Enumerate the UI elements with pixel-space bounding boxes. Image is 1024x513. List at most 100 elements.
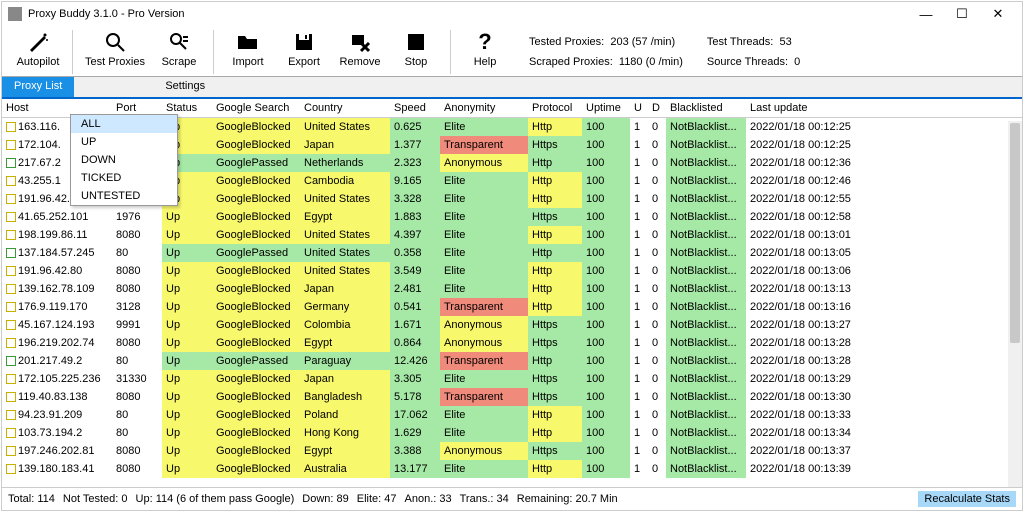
table-row[interactable]: 198.199.86.118080UpGoogleBlockedUnited S…: [2, 226, 1022, 244]
table-row[interactable]: 45.167.124.1939991UpGoogleBlockedColombi…: [2, 316, 1022, 334]
remove-button[interactable]: Remove: [332, 28, 388, 72]
row-checkbox[interactable]: [6, 266, 16, 276]
row-checkbox[interactable]: [6, 158, 16, 168]
table-row[interactable]: 94.23.91.20980UpGoogleBlockedPoland17.06…: [2, 406, 1022, 424]
cell-d: 0: [648, 334, 666, 352]
table-row[interactable]: 119.40.83.1388080UpGoogleBlockedBanglade…: [2, 388, 1022, 406]
row-checkbox[interactable]: [6, 464, 16, 474]
cell-protocol: Https: [528, 370, 582, 388]
filter-ticked[interactable]: TICKED: [71, 169, 177, 187]
filter-all[interactable]: ALL: [71, 115, 177, 133]
cell-u: 1: [630, 460, 648, 478]
scrape-button[interactable]: Scrape: [151, 28, 207, 72]
cell-protocol: Https: [528, 334, 582, 352]
row-checkbox[interactable]: [6, 320, 16, 330]
table-row[interactable]: 197.246.202.818080UpGoogleBlockedEgypt3.…: [2, 442, 1022, 460]
table-row[interactable]: 196.219.202.748080UpGoogleBlockedEgypt0.…: [2, 334, 1022, 352]
col-lastupdate[interactable]: Last update: [746, 99, 1022, 118]
col-country[interactable]: Country: [300, 99, 390, 118]
cell-speed: 5.178: [390, 388, 440, 406]
cell-lastupdate: 2022/01/18 00:13:27: [746, 316, 1022, 334]
help-button[interactable]: ? Help: [457, 28, 513, 72]
row-checkbox[interactable]: [6, 374, 16, 384]
col-u[interactable]: U: [630, 99, 648, 118]
col-protocol[interactable]: Protocol: [528, 99, 582, 118]
scraped-label: Scraped Proxies:: [529, 56, 613, 68]
row-checkbox[interactable]: [6, 194, 16, 204]
table-row[interactable]: 201.217.49.280UpGooglePassedParaguay12.4…: [2, 352, 1022, 370]
row-checkbox[interactable]: [6, 176, 16, 186]
col-d[interactable]: D: [648, 99, 666, 118]
cell-status: Up: [162, 352, 212, 370]
row-checkbox[interactable]: [6, 284, 16, 294]
import-button[interactable]: Import: [220, 28, 276, 72]
cell-u: 1: [630, 388, 648, 406]
export-button[interactable]: Export: [276, 28, 332, 72]
row-checkbox[interactable]: [6, 230, 16, 240]
cell-port: 80: [112, 244, 162, 262]
tab-settings[interactable]: Settings: [153, 77, 217, 97]
table-row[interactable]: 172.105.225.23631330UpGoogleBlockedJapan…: [2, 370, 1022, 388]
table-row[interactable]: 139.180.183.418080UpGoogleBlockedAustral…: [2, 460, 1022, 478]
stop-icon: [402, 30, 430, 54]
cell-u: 1: [630, 298, 648, 316]
minimize-button[interactable]: —: [908, 7, 944, 22]
cell-lastupdate: 2022/01/18 00:13:34: [746, 424, 1022, 442]
srcthreads-label: Source Threads:: [707, 56, 788, 68]
close-button[interactable]: ✕: [980, 6, 1016, 22]
cell-uptime: 100: [582, 442, 630, 460]
cell-protocol: Http: [528, 298, 582, 316]
col-speed[interactable]: Speed: [390, 99, 440, 118]
col-anonymity[interactable]: Anonymity: [440, 99, 528, 118]
table-row[interactable]: 137.184.57.24580UpGooglePassedUnited Sta…: [2, 244, 1022, 262]
maximize-button[interactable]: ☐: [944, 6, 980, 22]
cell-uptime: 100: [582, 172, 630, 190]
cell-u: 1: [630, 352, 648, 370]
row-checkbox[interactable]: [6, 248, 16, 258]
table-row[interactable]: 103.73.194.280UpGoogleBlockedHong Kong1.…: [2, 424, 1022, 442]
table-row[interactable]: 176.9.119.1703128UpGoogleBlockedGermany0…: [2, 298, 1022, 316]
row-checkbox[interactable]: [6, 410, 16, 420]
cell-speed: 2.481: [390, 280, 440, 298]
col-uptime[interactable]: Uptime: [582, 99, 630, 118]
row-checkbox[interactable]: [6, 212, 16, 222]
row-checkbox[interactable]: [6, 140, 16, 150]
row-checkbox[interactable]: [6, 428, 16, 438]
tab-proxy-list[interactable]: Proxy List: [2, 77, 74, 97]
cell-protocol: Http: [528, 460, 582, 478]
vertical-scrollbar[interactable]: [1008, 121, 1022, 487]
recalculate-button[interactable]: Recalculate Stats: [918, 491, 1016, 507]
scrollbar-thumb[interactable]: [1010, 123, 1020, 343]
row-checkbox[interactable]: [6, 338, 16, 348]
row-checkbox[interactable]: [6, 392, 16, 402]
cell-speed: 3.388: [390, 442, 440, 460]
row-checkbox[interactable]: [6, 446, 16, 456]
cell-blacklisted: NotBlacklist...: [666, 370, 746, 388]
col-blacklisted[interactable]: Blacklisted: [666, 99, 746, 118]
test-proxies-button[interactable]: Test Proxies: [79, 28, 151, 72]
cell-d: 0: [648, 442, 666, 460]
cell-google: GoogleBlocked: [212, 262, 300, 280]
cell-anonymity: Elite: [440, 226, 528, 244]
cell-host: 172.105.225.236: [18, 373, 101, 385]
row-checkbox[interactable]: [6, 122, 16, 132]
row-checkbox[interactable]: [6, 356, 16, 366]
cell-lastupdate: 2022/01/18 00:12:25: [746, 136, 1022, 154]
filter-up[interactable]: UP: [71, 133, 177, 151]
table-row[interactable]: 139.162.78.1098080UpGoogleBlockedJapan2.…: [2, 280, 1022, 298]
autopilot-button[interactable]: Autopilot: [10, 28, 66, 72]
cell-country: Egypt: [300, 208, 390, 226]
table-row[interactable]: 191.96.42.808080UpGoogleBlockedUnited St…: [2, 262, 1022, 280]
cell-anonymity: Elite: [440, 190, 528, 208]
cell-status: Up: [162, 244, 212, 262]
stop-button[interactable]: Stop: [388, 28, 444, 72]
table-row[interactable]: 41.65.252.1011976UpGoogleBlockedEgypt1.8…: [2, 208, 1022, 226]
filter-untested[interactable]: UNTESTED: [71, 187, 177, 205]
stop-label: Stop: [405, 56, 428, 68]
filter-down[interactable]: DOWN: [71, 151, 177, 169]
row-checkbox[interactable]: [6, 302, 16, 312]
cell-u: 1: [630, 190, 648, 208]
cell-d: 0: [648, 460, 666, 478]
cell-host: 139.180.183.41: [18, 463, 94, 475]
col-google[interactable]: Google Search: [212, 99, 300, 118]
